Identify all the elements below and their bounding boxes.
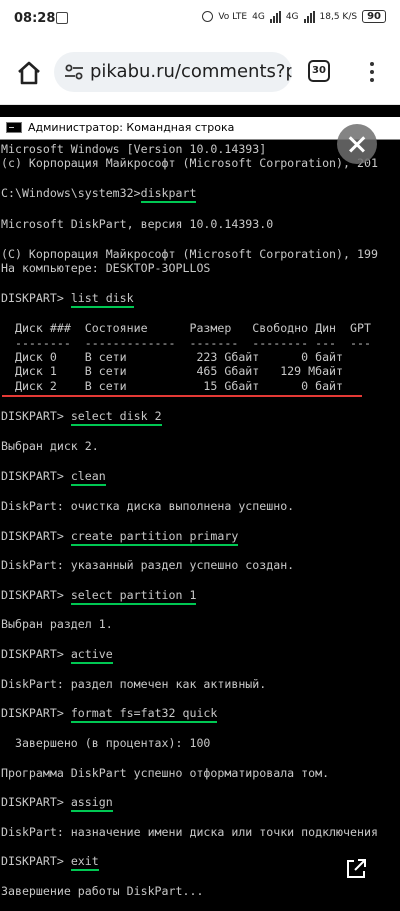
- disk-table-separator: -------- ------------- ------- -------- …: [1, 336, 371, 350]
- console-prompt: DISKPART>: [1, 291, 71, 305]
- console-line: Выбран раздел 1.: [1, 617, 113, 631]
- network-4g-label-2: 4G: [285, 11, 299, 22]
- console-command-line: DISKPART> select disk 2: [1, 409, 162, 426]
- console-output: Microsoft Windows [Version 10.0.14393] (…: [0, 140, 400, 911]
- console-line: Завершено (в процентах): 100: [1, 736, 211, 750]
- console-prompt: DISKPART>: [1, 706, 71, 720]
- signal-icon-2: [303, 10, 315, 23]
- console-command-line: DISKPART> select partition 1: [1, 588, 197, 605]
- status-time: 08:28: [14, 11, 56, 26]
- console-window-title: Администратор: Командная строка: [28, 121, 235, 134]
- console-line: Microsoft Windows [Version 10.0.14393]: [1, 142, 267, 156]
- address-bar[interactable]: pikabu.ru/comments?pag: [54, 52, 292, 92]
- highlighted-command: select disk 2: [70, 409, 162, 426]
- volte-label: Vo LTE: [218, 11, 248, 22]
- console-line: На компьютере: DESKTOP-3OPLLOS: [1, 261, 211, 275]
- tab-switcher-button[interactable]: 30: [308, 60, 330, 82]
- console-prompt: DISKPART>: [1, 854, 71, 868]
- console-prompt: DISKPART>: [1, 469, 71, 483]
- status-bar: 08:28 Vo LTE 4G 4G 18,5 K/S 90: [0, 0, 400, 40]
- console-line: (C) Корпорация Майкрософт (Microsoft Cor…: [1, 247, 378, 261]
- home-icon[interactable]: [14, 58, 44, 88]
- highlighted-command: diskpart: [140, 186, 197, 203]
- browser-toolbar: pikabu.ru/comments?pag 30: [0, 40, 400, 105]
- alarm-icon: [202, 11, 214, 22]
- battery-icon: 90: [362, 10, 386, 23]
- url-text[interactable]: pikabu.ru/comments?pag: [90, 61, 292, 82]
- console-command-line: DISKPART> format fs=fat32 quick: [1, 706, 218, 723]
- signal-icon: [269, 10, 281, 23]
- red-underline: [2, 395, 362, 397]
- console-command-line: DISKPART> list disk: [1, 291, 134, 308]
- console-line: (c) Корпорация Майкрософт (Microsoft Cor…: [1, 156, 378, 170]
- console-prompt: DISKPART>: [1, 795, 71, 809]
- status-icons: Vo LTE 4G 4G 18,5 K/S 90: [202, 10, 386, 23]
- disk-table-row: Диск 0 В сети 223 Gбайт 0 байт: [1, 350, 344, 364]
- highlighted-command: format fs=fat32 quick: [70, 706, 218, 723]
- console-prompt: C:\Windows\system32>: [1, 186, 141, 200]
- console-line: Завершение работы DiskPart...: [1, 884, 204, 898]
- site-settings-icon[interactable]: [64, 63, 84, 81]
- highlighted-command: active: [70, 647, 113, 664]
- open-external-icon[interactable]: [344, 857, 368, 881]
- highlighted-command: list disk: [70, 291, 134, 308]
- console-line: DiskPart: очистка диска выполнена успешн…: [1, 499, 295, 513]
- highlighted-command: create partition primary: [70, 529, 239, 546]
- disk-table-row: Диск 2 В сети 15 Gбайт 0 байт: [1, 379, 344, 393]
- console-line: DiskPart: назначение имени диска или точ…: [1, 825, 378, 839]
- console-prompt: DISKPART>: [1, 409, 71, 423]
- console-app-icon: [6, 122, 22, 133]
- highlighted-command: exit: [70, 854, 99, 871]
- disk-table-header: Диск ### Состояние Размер Свободно Дин G…: [1, 321, 371, 335]
- highlighted-command: clean: [70, 469, 106, 486]
- console-line: DiskPart: раздел помечен как активный.: [1, 677, 267, 691]
- highlighted-command: assign: [70, 795, 113, 812]
- console-command-line: DISKPART> clean: [1, 469, 106, 486]
- more-menu-icon[interactable]: [364, 60, 380, 84]
- console-prompt: DISKPART>: [1, 529, 71, 543]
- console-line: Microsoft DiskPart, версия 10.0.14393.0: [1, 217, 274, 231]
- console-command-line: DISKPART> active: [1, 647, 113, 664]
- console-prompt: DISKPART>: [1, 647, 71, 661]
- close-viewer-button[interactable]: [337, 124, 377, 164]
- console-command-line: DISKPART> exit: [1, 854, 99, 871]
- notification-icon: [56, 12, 68, 24]
- disk-table-row: Диск 1 В сети 465 Gбайт 129 Mбайт: [1, 364, 344, 378]
- console-command-line: DISKPART> assign: [1, 795, 113, 812]
- console-line: Выбран диск 2.: [1, 439, 99, 453]
- highlighted-command: select partition 1: [70, 588, 197, 605]
- console-command-line: DISKPART> create partition primary: [1, 529, 239, 546]
- console-line: Программа DiskPart успешно отформатирова…: [1, 766, 330, 780]
- console-command-line: C:\Windows\system32>diskpart: [1, 186, 197, 203]
- network-4g-label: 4G: [252, 11, 265, 22]
- network-speed: 18,5 K/S: [319, 11, 358, 22]
- console-line: DiskPart: указанный раздел успешно созда…: [1, 558, 295, 572]
- console-prompt: DISKPART>: [1, 588, 71, 602]
